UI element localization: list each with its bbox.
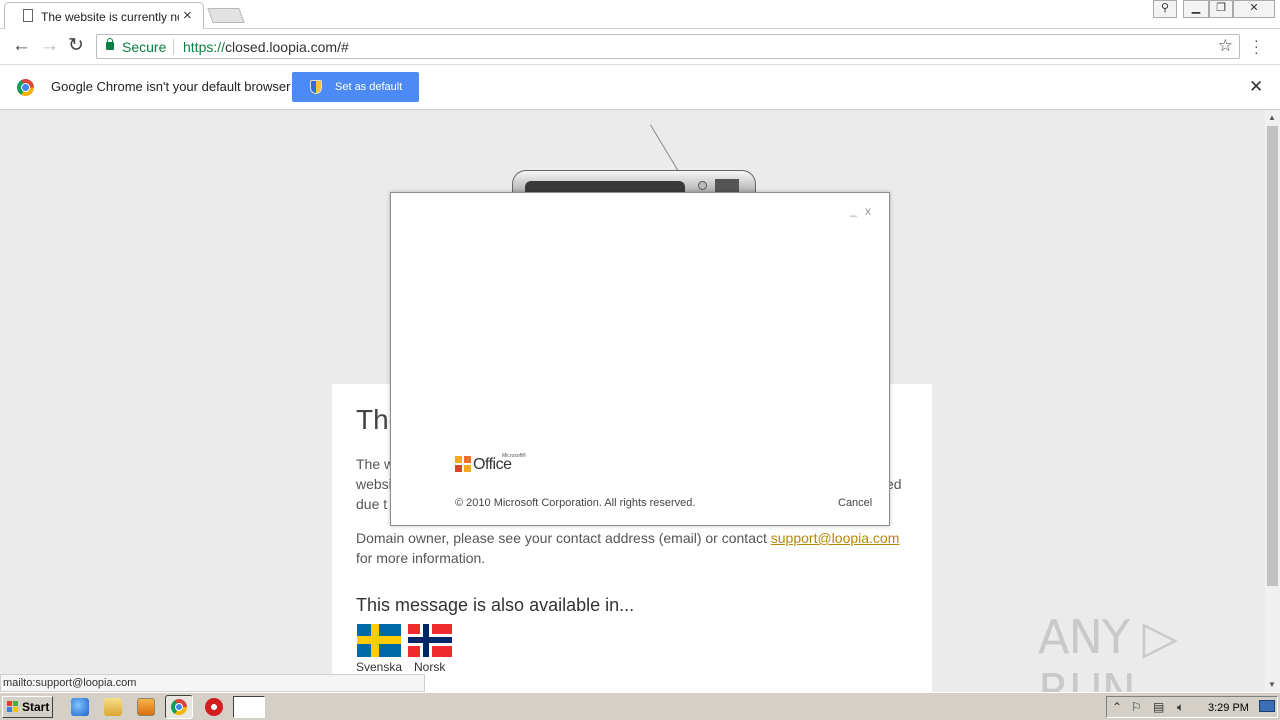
language-link-svenska[interactable]: Svenska (356, 660, 402, 674)
splash-minimize-button[interactable]: _ (850, 203, 857, 217)
set-as-default-label: Set as default (335, 81, 403, 93)
tab-active[interactable]: The website is currently not × (4, 2, 204, 29)
infobar-message: Google Chrome isn't your default browser (51, 79, 291, 94)
infobar-close-icon[interactable]: ✕ (1249, 77, 1263, 97)
splash-close-button[interactable]: x (865, 204, 871, 218)
tab-strip: The website is currently not × ⚲ ▁ ❐ ✕ (0, 0, 1280, 29)
reload-icon[interactable]: ↻ (68, 36, 84, 56)
folder-icon[interactable] (104, 698, 122, 716)
chrome-icon (171, 699, 187, 715)
forward-arrow-icon[interactable]: → (40, 36, 59, 56)
omnibox-separator (173, 39, 174, 55)
contact-paragraph: Domain owner, please see your contact ad… (356, 528, 912, 568)
back-arrow-icon[interactable]: ← (12, 36, 31, 56)
user-icon[interactable]: ⚲ (1153, 0, 1177, 18)
lock-icon (106, 38, 114, 50)
new-tab-button[interactable] (207, 8, 245, 23)
office-logo-word: Office (473, 456, 512, 473)
tv-knob (698, 181, 707, 190)
url-host: closed.loopia.com/# (225, 39, 349, 55)
start-button[interactable]: Start (2, 696, 53, 718)
taskbar-blank-button[interactable] (233, 696, 265, 718)
default-browser-infobar: Google Chrome isn't your default browser… (0, 65, 1280, 110)
page-scrollbar[interactable]: ▲ ▼ (1265, 110, 1280, 692)
action-center-flag-icon[interactable]: ⚐ (1131, 700, 1142, 714)
languages-heading: This message is also available in... (356, 595, 635, 615)
office-logo: Microsoft® Office (455, 453, 526, 475)
browser-toolbar: ← → ↻ Secure https://closed.loopia.com/#… (0, 29, 1280, 65)
tray-expand-icon[interactable]: ⌃ (1112, 700, 1122, 714)
url-text[interactable]: https://closed.loopia.com/# (183, 39, 349, 55)
contact-text-end: for more information. (356, 550, 486, 566)
opera-icon[interactable] (205, 698, 223, 716)
norway-flag-icon[interactable] (408, 624, 452, 657)
system-tray: ⌃ ⚐ ▤ 🔈︎ (1106, 696, 1278, 718)
network-icon[interactable]: ▤ (1153, 700, 1164, 714)
windows-logo-icon (7, 701, 19, 713)
address-bar[interactable]: Secure https://closed.loopia.com/# ☆ (96, 34, 1240, 59)
chrome-taskbar-button[interactable] (165, 695, 193, 719)
language-link-norsk[interactable]: Norsk (414, 660, 445, 674)
office-splash-dialog: _ x Microsoft® Office © 2010 Microsoft C… (390, 192, 890, 526)
contact-text: Domain owner, please see your contact ad… (356, 530, 771, 546)
office-squares-icon (455, 456, 471, 472)
taskbar-clock[interactable]: 3:29 PM (1208, 702, 1249, 714)
scroll-up-arrow-icon[interactable]: ▲ (1268, 113, 1276, 122)
tab-title: The website is currently not (41, 10, 179, 24)
secure-label: Secure (122, 39, 167, 55)
restore-window-button[interactable]: ❐ (1209, 0, 1233, 18)
chrome-logo-icon (17, 79, 34, 96)
start-label: Start (22, 700, 50, 714)
url-scheme: https:// (183, 39, 226, 55)
media-player-icon[interactable] (137, 698, 155, 716)
volume-icon[interactable]: 🔈︎ (1177, 700, 1184, 715)
link-status-bubble: mailto:support@loopia.com (0, 674, 425, 692)
tv-panel (715, 179, 739, 193)
menu-kebab-icon[interactable]: · · · (1254, 33, 1259, 59)
page-icon (23, 9, 33, 22)
bookmark-star-icon[interactable]: ☆ (1218, 36, 1233, 56)
splash-cancel-button[interactable]: Cancel (838, 497, 872, 509)
uac-shield-icon (310, 80, 322, 94)
internet-explorer-icon[interactable] (71, 698, 89, 716)
splash-copyright: © 2010 Microsoft Corporation. All rights… (455, 497, 696, 509)
show-desktop-icon[interactable] (1259, 700, 1275, 712)
tab-close-icon[interactable]: × (183, 7, 192, 24)
scrollbar-thumb[interactable] (1267, 126, 1278, 586)
sweden-flag-icon[interactable] (357, 624, 401, 657)
set-as-default-button[interactable]: Set as default (292, 72, 419, 102)
support-email-link[interactable]: support@loopia.com (771, 530, 900, 546)
windows-taskbar: Start ⌃ ⚐ ▤ 🔈︎ 3:29 PM (0, 692, 1280, 720)
minimize-window-button[interactable]: ▁ (1183, 0, 1209, 18)
close-window-button[interactable]: ✕ (1233, 0, 1275, 18)
tv-antenna (650, 124, 682, 177)
